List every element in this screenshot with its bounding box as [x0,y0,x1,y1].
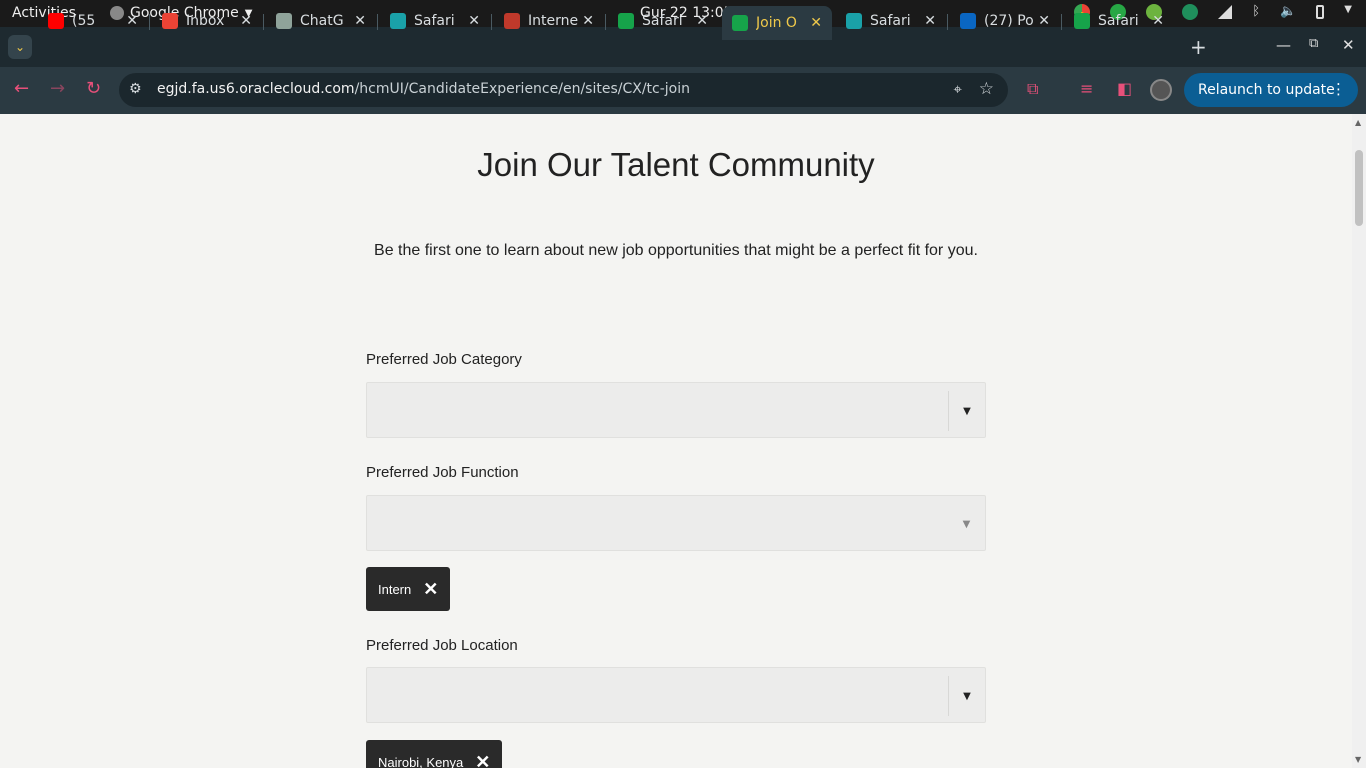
chevron-down-icon[interactable]: ▼ [948,676,985,716]
chevron-down-icon[interactable]: ▼ [948,504,985,544]
tab-close-icon[interactable]: ✕ [696,13,708,29]
scroll-down-icon[interactable]: ▼ [1355,755,1361,764]
job-function-chip-label: Intern [378,581,412,597]
battery-icon[interactable] [1316,5,1325,19]
tab-close-icon[interactable]: ✕ [354,13,366,29]
media-controls-icon[interactable]: ≡ [1080,79,1093,98]
site-info-icon[interactable]: ⚙ [129,81,142,97]
job-location-label: Preferred Job Location [366,637,518,654]
relaunch-to-update-button[interactable]: Relaunch to update ⋮ [1184,73,1358,107]
tab-close-icon[interactable]: ✕ [810,15,822,31]
tab-close-icon[interactable]: ✕ [1152,13,1164,29]
new-tab-button[interactable]: + [1190,35,1207,59]
tab-close-icon[interactable]: ✕ [582,13,594,29]
tab-close-icon[interactable]: ✕ [126,13,138,29]
tab-close-icon[interactable]: ✕ [924,13,936,29]
tab-close-icon[interactable]: ✕ [468,13,480,29]
page-subtitle: Be the first one to learn about new job … [374,242,978,259]
browser-tab[interactable]: (55 ✕ [38,6,148,36]
browser-tab[interactable]: Safari ✕ [1064,6,1174,36]
tab-separator [263,14,264,30]
tab-title: Safari [642,13,683,29]
job-location-chip-label: Nairobi, Kenya [378,754,464,768]
url-text[interactable]: egjd.fa.us6.oraclecloud.com/hcmUI/Candid… [157,81,690,97]
remove-chip-icon[interactable]: ✕ [423,579,438,600]
tab-title: Interne [528,13,579,29]
job-location-select[interactable]: ▼ [366,667,986,723]
tab-close-icon[interactable]: ✕ [1038,13,1050,29]
scroll-up-icon[interactable]: ▲ [1355,118,1361,127]
tab-favicon-icon [846,13,862,29]
tab-favicon-icon [618,13,634,29]
relaunch-label: Relaunch to update [1198,82,1335,98]
maximize-button[interactable]: ⧉ [1309,36,1318,51]
forward-button[interactable]: → [50,78,65,99]
volume-icon[interactable]: 🔈 [1280,4,1296,20]
tab-title: Safari [870,13,911,29]
job-category-select[interactable]: ▼ [366,382,986,438]
tab-search-button[interactable]: ⌄ [8,35,32,59]
minimize-button[interactable]: — [1276,36,1291,54]
system-menu-chevron-icon[interactable]: ▼ [1344,4,1352,20]
tab-title: (27) Po [984,13,1034,29]
bluetooth-icon[interactable]: ᛒ [1252,4,1260,20]
tab-title: (55 [72,13,96,29]
url-path: /hcmUI/CandidateExperience/en/sites/CX/t… [354,81,690,97]
browser-tab[interactable]: Interne ✕ [494,6,604,36]
tab-title: Inbox [186,13,225,29]
browser-tab[interactable]: ChatG ✕ [266,6,376,36]
tab-favicon-icon [390,13,406,29]
tab-favicon-icon [162,13,178,29]
close-window-button[interactable]: ✕ [1342,36,1355,54]
app-tray-icon[interactable] [1182,4,1199,20]
network-icon[interactable] [1218,5,1233,19]
extensions-puzzle-icon[interactable]: ⧉ [1027,79,1038,99]
job-function-select[interactable]: ▼ [366,495,986,551]
chrome-menu-icon[interactable]: ⋮ [1331,80,1346,98]
browser-tab[interactable]: Safari ✕ [608,6,718,36]
browser-tab[interactable]: Safari ✕ [836,6,946,36]
tab-favicon-icon [732,15,748,31]
tab-favicon-icon [960,13,976,29]
location-pin-icon[interactable]: ⌖ [954,80,962,98]
job-category-label: Preferred Job Category [366,351,522,368]
side-panel-icon[interactable]: ◧ [1117,79,1132,98]
tab-separator [947,14,948,30]
reload-button[interactable]: ↻ [86,78,101,99]
browser-tab[interactable]: Inbox ✕ [152,6,262,36]
page-title: Join Our Talent Community [477,146,875,183]
browser-tab[interactable]: Join O ✕ [722,6,832,40]
tab-favicon-icon [48,13,64,29]
back-button[interactable]: ← [14,78,29,99]
page-scrollbar[interactable]: ▲ ▼ [1352,114,1366,768]
tab-favicon-icon [504,13,520,29]
tab-separator [377,14,378,30]
tab-favicon-icon [276,13,292,29]
tab-title: Safari [1098,13,1139,29]
job-function-chip: Intern ✕ [366,567,451,611]
tab-separator [605,14,606,30]
bookmark-star-icon[interactable]: ☆ [979,79,994,99]
tab-separator [149,14,150,30]
chevron-down-icon[interactable]: ▼ [948,391,985,431]
tab-favicon-icon [1074,13,1090,29]
profile-avatar[interactable] [1150,79,1172,101]
tab-title: Safari [414,13,455,29]
url-host: egjd.fa.us6.oraclecloud.com [157,81,355,97]
tab-title: ChatG [300,13,344,29]
browser-tab[interactable]: Safari ✕ [380,6,490,36]
job-function-label: Preferred Job Function [366,464,519,481]
tab-separator [491,14,492,30]
scrollbar-thumb[interactable] [1355,150,1363,226]
job-location-chip: Nairobi, Kenya ✕ [366,740,503,768]
page-content: Join Our Talent Community Be the first o… [0,114,1352,768]
toolbar: ← → ↻ ⚙ egjd.fa.us6.oraclecloud.com/hcmU… [0,67,1366,114]
tab-close-icon[interactable]: ✕ [240,13,252,29]
tab-title: Join O [756,15,797,31]
remove-chip-icon[interactable]: ✕ [475,752,490,768]
address-bar[interactable]: ⚙ egjd.fa.us6.oraclecloud.com/hcmUI/Cand… [119,73,1008,107]
tab-separator [1061,14,1062,30]
browser-tab[interactable]: (27) Po ✕ [950,6,1060,36]
